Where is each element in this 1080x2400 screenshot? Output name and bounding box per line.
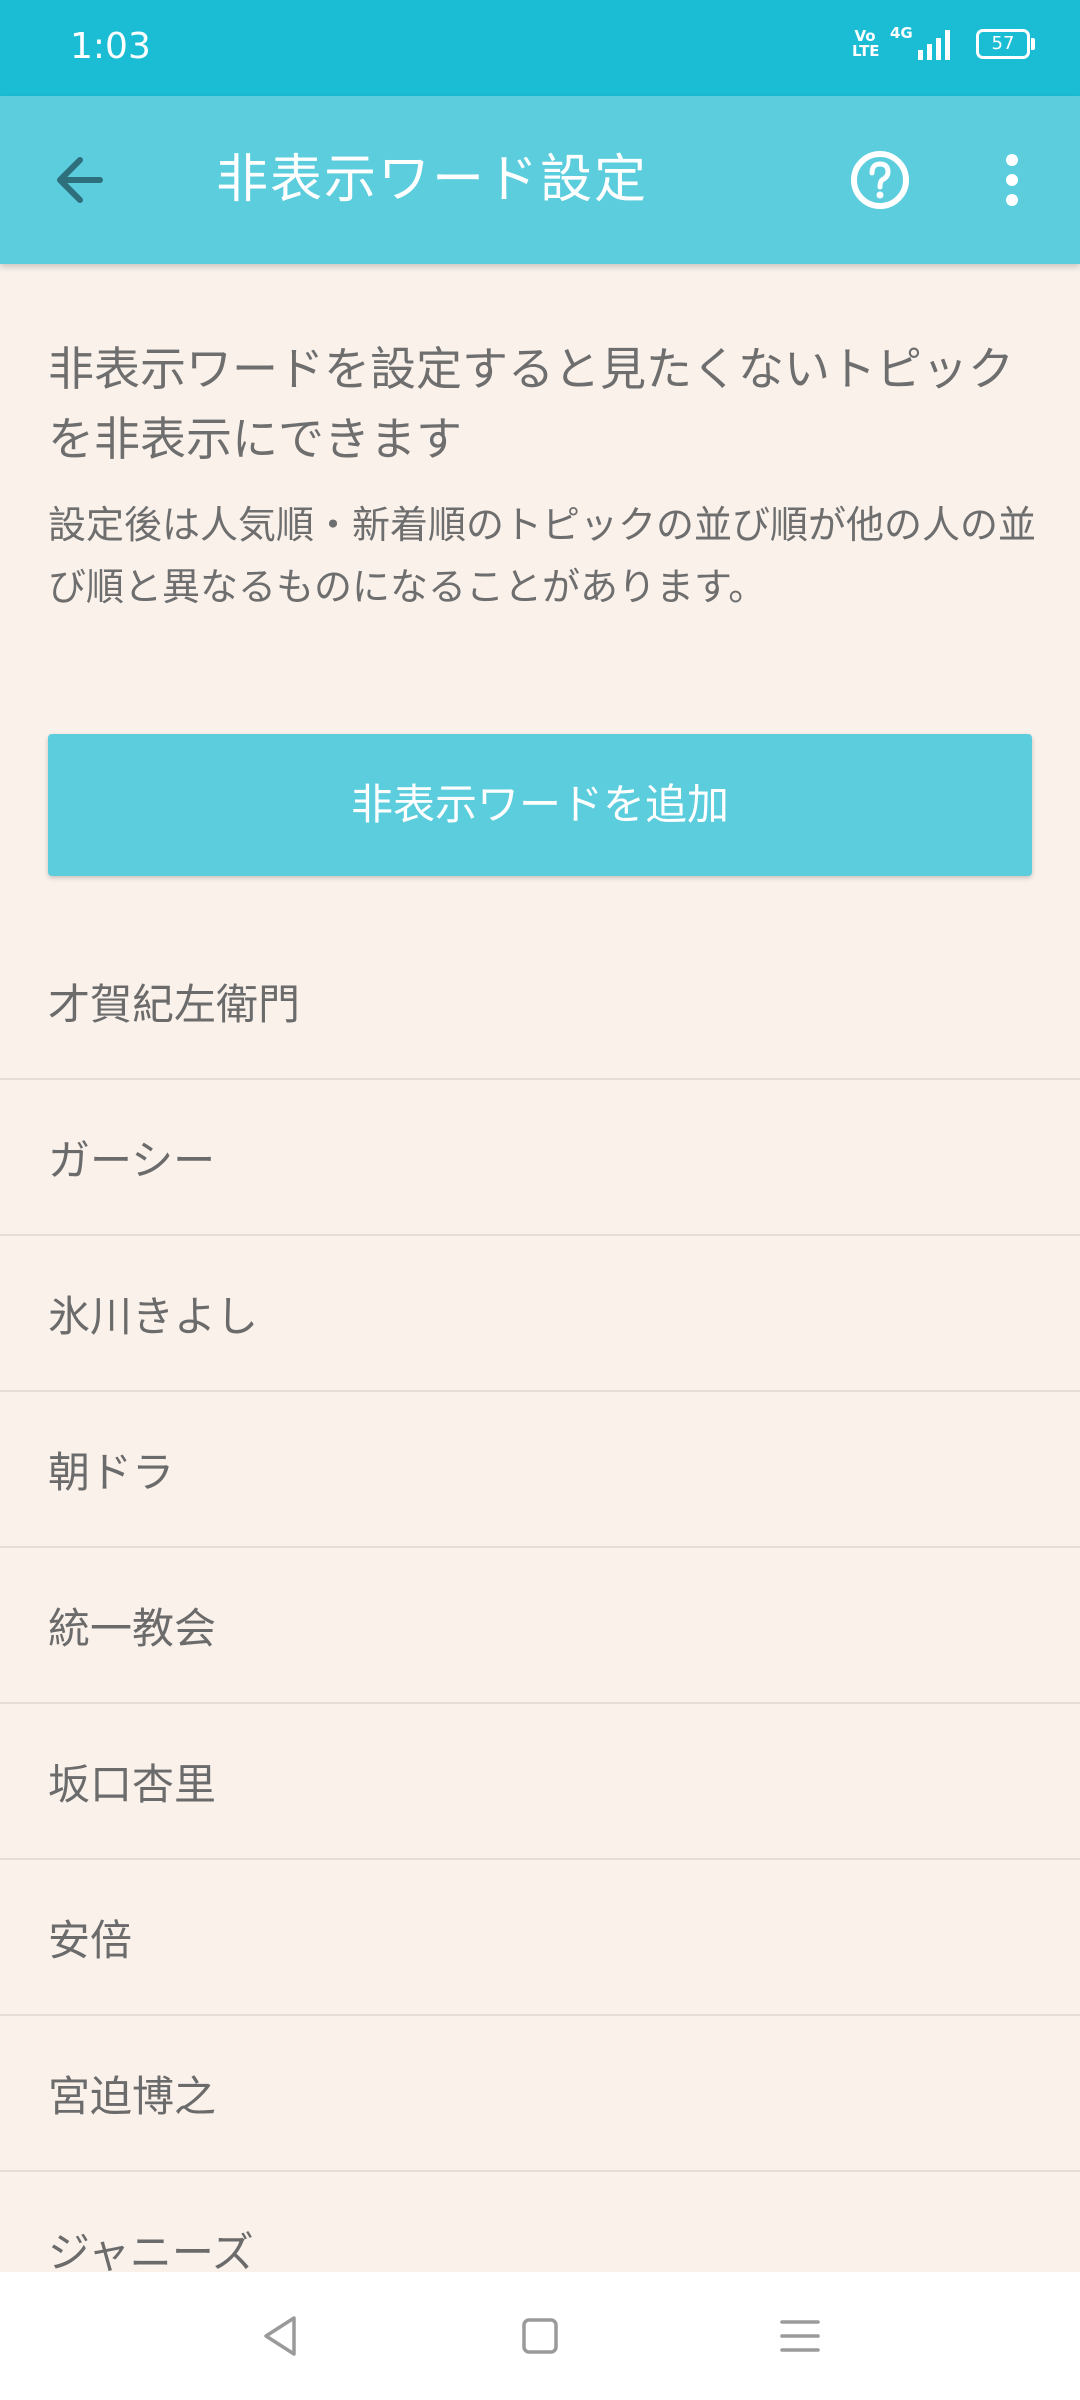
menu-lines-icon[interactable] bbox=[770, 2306, 830, 2366]
list-item[interactable]: 氷川きよし bbox=[0, 1236, 1080, 1392]
status-bar: 1:03 Vo LTE 4G 57 bbox=[0, 0, 1080, 96]
status-icons: Vo LTE 4G 57 bbox=[852, 24, 1035, 60]
list-item[interactable]: 宮迫博之 bbox=[0, 2016, 1080, 2172]
list-item[interactable]: 才賀紀左衛門 bbox=[0, 924, 1080, 1080]
help-circle-icon[interactable] bbox=[840, 140, 920, 220]
list-item[interactable]: ガーシー bbox=[0, 1080, 1080, 1236]
system-nav-bar bbox=[0, 2272, 1080, 2400]
more-vertical-icon[interactable] bbox=[972, 140, 1052, 220]
add-hidden-word-button[interactable]: 非表示ワードを追加 bbox=[48, 734, 1032, 876]
signal-icon: 4G bbox=[890, 24, 950, 60]
status-time: 1:03 bbox=[70, 26, 151, 67]
list-item[interactable]: 坂口杏里 bbox=[0, 1704, 1080, 1860]
list-item[interactable]: 朝ドラ bbox=[0, 1392, 1080, 1548]
back-arrow-icon[interactable] bbox=[40, 140, 120, 220]
back-triangle-icon[interactable] bbox=[250, 2306, 310, 2366]
list-item[interactable]: 安倍 bbox=[0, 1860, 1080, 2016]
battery-level: 57 bbox=[991, 33, 1015, 54]
list-item[interactable]: 統一教会 bbox=[0, 1548, 1080, 1704]
page-title: 非表示ワード設定 bbox=[216, 150, 649, 210]
network-type: 4G bbox=[890, 24, 913, 42]
battery-icon: 57 bbox=[976, 29, 1035, 59]
volte-icon: Vo LTE bbox=[852, 27, 880, 60]
hidden-word-list: 才賀紀左衛門 ガーシー 氷川きよし 朝ドラ 統一教会 坂口杏里 安倍 宮迫博之 … bbox=[0, 924, 1080, 2328]
intro-headline: 非表示ワードを設定すると見たくないトピックを非表示にできます bbox=[48, 342, 1014, 466]
home-square-icon[interactable] bbox=[510, 2306, 570, 2366]
app-bar: 非表示ワード設定 bbox=[0, 96, 1080, 264]
intro-note: 設定後は人気順・新着順のトピックの並び順が他の人の並び順と異なるものになることが… bbox=[48, 503, 1037, 609]
